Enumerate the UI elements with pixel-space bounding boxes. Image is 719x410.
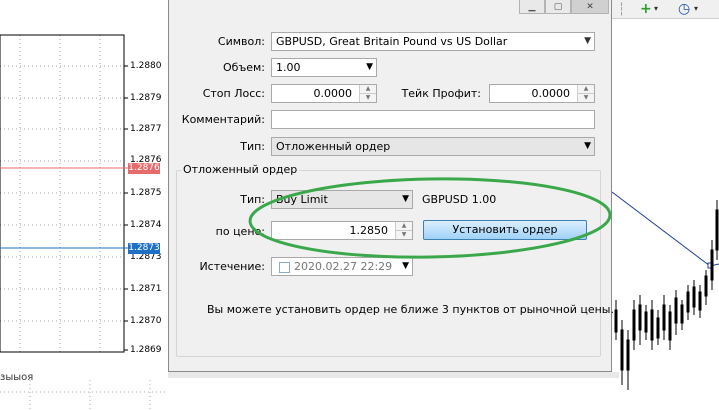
close-button[interactable]: ✕ [571, 0, 609, 14]
minimize-button[interactable]: ▁ [519, 0, 545, 14]
price-tick: 1.2869 [130, 345, 162, 355]
expiration-checkbox[interactable] [279, 262, 290, 273]
pending-type-label: Тип: [240, 193, 265, 206]
expiration-label: Истечение: [199, 260, 265, 273]
comment-input[interactable] [271, 110, 595, 129]
pending-type-value: Buy Limit [276, 193, 328, 206]
place-order-button[interactable]: Установить ордер [423, 220, 587, 240]
left-chart[interactable]: 1.2880 1.2879 1.2877 1.2876 1.2875 1.287… [0, 0, 168, 410]
price-tick: 1.2877 [130, 124, 162, 134]
chevron-down-icon: ▼ [402, 194, 409, 204]
take-profit-input[interactable]: 0.0000 ▲ ▼ [489, 84, 595, 103]
spin-down-icon: ▼ [583, 94, 589, 101]
minimize-icon: ▁ [528, 1, 536, 12]
dialog-shadow [168, 372, 619, 378]
spin-down-icon: ▼ [365, 94, 371, 101]
volume-select[interactable]: 1.00 ▼ [271, 58, 377, 77]
maximize-icon: ▢ [553, 1, 563, 12]
order-type-select[interactable]: Отложенный ордер ▼ [271, 137, 595, 156]
zoom-in-icon[interactable]: + [640, 1, 652, 17]
chevron-down-icon: ▼ [584, 141, 591, 151]
spin-down-icon: ▼ [401, 231, 407, 238]
price-tick: 1.2870 [130, 316, 162, 326]
close-icon: ✕ [586, 1, 594, 12]
order-type-value: Отложенный ордер [276, 140, 391, 153]
price-tick: 1.2880 [130, 61, 162, 71]
dropdown-arrow-icon[interactable]: ▾ [654, 1, 658, 17]
spin-up-icon: ▲ [396, 222, 412, 231]
symbol-label: Символ: [217, 35, 265, 48]
right-chart[interactable] [612, 0, 719, 410]
price-tick: 1.2871 [130, 284, 162, 294]
chevron-down-icon: ▼ [402, 261, 409, 271]
bid-price-badge: 1.2876 [128, 163, 160, 174]
window-controls: ▁ ▢ ✕ [519, 0, 609, 14]
symbol-value: GBPUSD, Great Britain Pound vs US Dollar [276, 35, 508, 48]
chart-toolbar: ┆ + ▾ ◷ ▾ [612, 0, 719, 19]
take-profit-spinner[interactable]: ▲ ▼ [577, 85, 594, 102]
order-dialog: ▁ ▢ ✕ Символ: GBPUSD, Great Britain Poun… [168, 0, 614, 372]
stop-loss-label: Стоп Лосс: [202, 87, 265, 100]
maximize-button[interactable]: ▢ [545, 0, 571, 14]
ask-price-badge: 1.2873 [128, 243, 160, 254]
dropdown-arrow-icon[interactable]: ▾ [694, 1, 698, 17]
price-spinner[interactable]: ▲ ▼ [395, 222, 412, 239]
stop-loss-input[interactable]: 0.0000 ▲ ▼ [271, 84, 377, 103]
chevron-down-icon: ▼ [366, 62, 373, 72]
pending-type-select[interactable]: Buy Limit ▼ [271, 190, 413, 209]
pending-order-group-title: Отложенный ордер [181, 163, 300, 176]
chevron-down-icon: ▼ [584, 36, 591, 46]
volume-label: Объем: [223, 61, 265, 74]
stop-loss-value: 0.0000 [313, 87, 353, 100]
price-tick: 1.2875 [130, 188, 162, 198]
spin-up-icon: ▲ [578, 85, 594, 94]
volume-value: 1.00 [276, 61, 301, 74]
take-profit-value: 0.0000 [531, 87, 571, 100]
expiration-datetime[interactable]: 2020.02.27 22:29 ▼ [271, 257, 413, 276]
stop-loss-spinner[interactable]: ▲ ▼ [359, 85, 376, 102]
price-input[interactable]: 1.2850 ▲ ▼ [271, 221, 413, 240]
candlestick-area [612, 191, 719, 390]
comment-label: Комментарий: [181, 113, 265, 126]
spin-up-icon: ▲ [360, 85, 376, 94]
distance-notice: Вы можете установить ордер не ближе 3 пу… [207, 303, 614, 316]
expiration-value: 2020.02.27 22:29 [294, 260, 393, 273]
clock-icon[interactable]: ◷ [678, 1, 690, 17]
price-tick: 1.2874 [130, 220, 162, 230]
pending-symbol-volume: GBPUSD 1.00 [422, 193, 497, 206]
price-tick: 1.2879 [130, 93, 162, 103]
order-type-label: Тип: [240, 140, 265, 153]
symbol-select[interactable]: GBPUSD, Great Britain Pound vs US Dollar… [271, 32, 595, 51]
take-profit-label: Тейк Профит: [401, 87, 481, 100]
toolbar-separator-icon: ┆ [618, 2, 626, 16]
chart-bottom-text: зыыоя [0, 372, 34, 383]
price-value: 1.2850 [349, 224, 389, 237]
price-label: по цене: [215, 225, 265, 238]
